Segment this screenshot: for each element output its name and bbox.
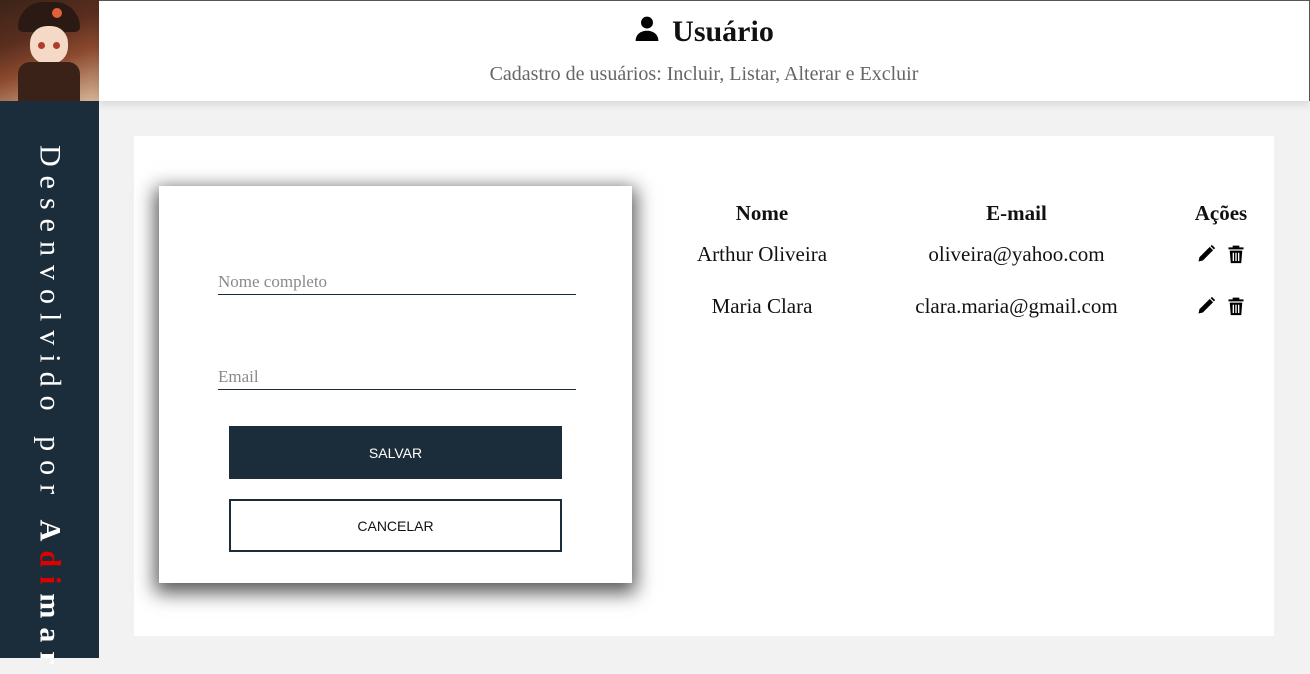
developer-name-a: A (33, 519, 67, 551)
delete-trash-icon[interactable] (1226, 296, 1246, 316)
page-subtitle: Cadastro de usuários: Incluir, Listar, A… (489, 63, 919, 85)
avatar-body (18, 62, 80, 101)
table-row: Arthur Oliveira oliveira@yahoo.com (666, 228, 1267, 280)
page-title-text: Usuário (672, 15, 774, 48)
email-input[interactable] (218, 364, 576, 390)
full-name-input[interactable] (218, 269, 576, 295)
developer-name-highlight: di (33, 550, 67, 594)
user-form: SALVAR CANCELAR (159, 186, 632, 583)
sidebar: Desenvolvido por Adimar (0, 101, 99, 674)
edit-pencil-icon[interactable] (1196, 244, 1216, 264)
user-name-cell: Maria Clara (711, 293, 813, 318)
avatar-face (30, 26, 68, 64)
developer-name: Adimar (34, 520, 67, 674)
credit-prefix: Desenvolvido por (33, 145, 67, 504)
developer-name-end: mar (33, 593, 67, 674)
column-header-email: E-mail (986, 200, 1047, 225)
edit-pencil-icon[interactable] (1196, 296, 1216, 316)
user-actions-cell (1175, 228, 1267, 280)
avatar-eye-right (53, 42, 60, 49)
delete-trash-icon[interactable] (1226, 244, 1246, 264)
user-actions-cell (1175, 280, 1267, 332)
page-title: Usuário (99, 15, 1309, 49)
main-content: SALVAR CANCELAR Nome E-mail Ações Arthur… (134, 136, 1274, 636)
developer-credit: Desenvolvido por Adimar (33, 145, 67, 674)
users-table: Nome E-mail Ações Arthur Oliveira olivei… (666, 198, 1267, 332)
avatar-eye-left (38, 42, 45, 49)
user-name-cell: Arthur Oliveira (696, 241, 828, 266)
user-email-cell: oliveira@yahoo.com (928, 241, 1105, 266)
page-header: Usuário Cadastro de usuários: Incluir, L… (99, 0, 1310, 101)
user-icon (634, 15, 660, 49)
cancel-button[interactable]: CANCELAR (229, 499, 562, 552)
user-email-cell: clara.maria@gmail.com (915, 293, 1118, 318)
column-header-actions: Ações (1194, 200, 1248, 225)
avatar (0, 0, 99, 101)
avatar-hat-flower (52, 8, 62, 18)
column-header-name: Nome (735, 200, 789, 225)
table-header-row: Nome E-mail Ações (666, 198, 1267, 228)
table-row: Maria Clara clara.maria@gmail.com (666, 280, 1267, 332)
save-button[interactable]: SALVAR (229, 426, 562, 479)
